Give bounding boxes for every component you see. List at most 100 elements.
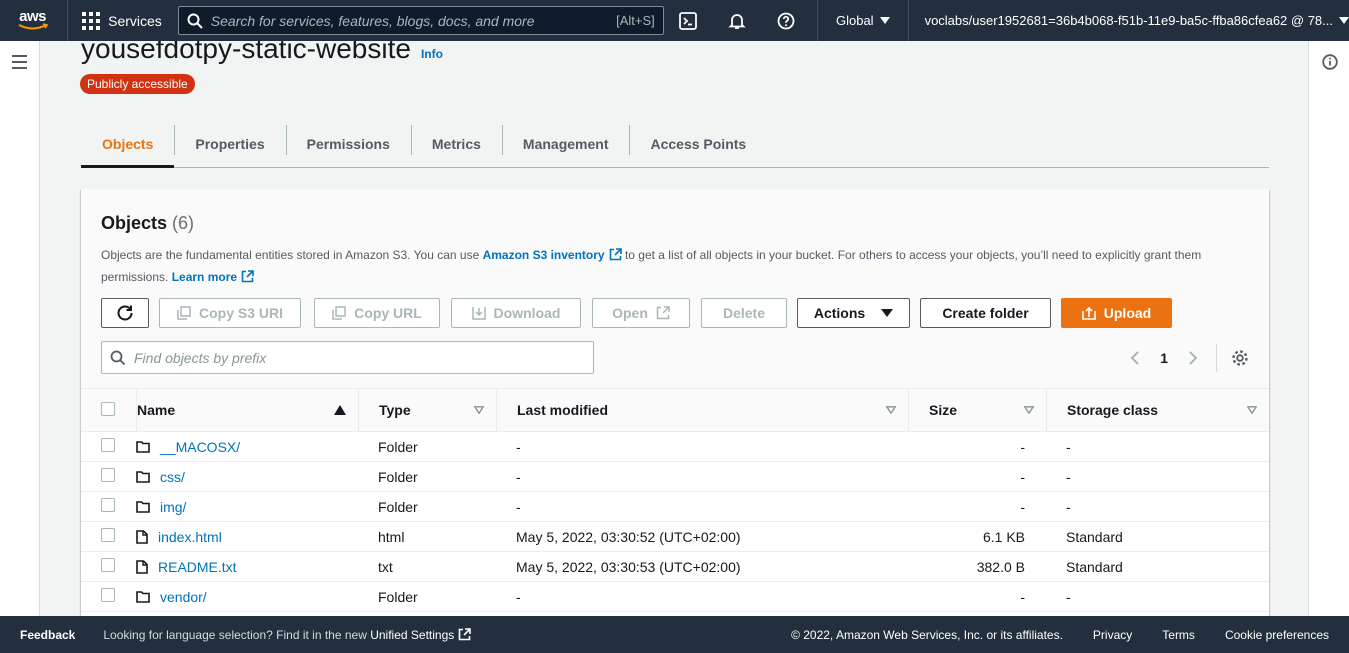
object-name-link[interactable]: css/ — [160, 469, 185, 485]
object-name-link[interactable]: __MACOSX/ — [160, 439, 240, 455]
folder-icon — [136, 500, 150, 513]
page-title: yousefdotpy-static-website — [81, 41, 411, 64]
info-panel-icon[interactable] — [1322, 54, 1338, 70]
s3-inventory-link-text: Amazon S3 inventory — [482, 248, 605, 262]
object-last-modified: - — [496, 581, 908, 612]
open-button[interactable]: Open — [592, 298, 690, 328]
info-link[interactable]: Info — [421, 47, 443, 61]
page-number[interactable]: 1 — [1160, 350, 1168, 366]
notifications-button[interactable] — [713, 0, 762, 41]
region-label: Global — [835, 13, 874, 28]
column-name-label: Name — [137, 402, 176, 418]
refresh-icon — [117, 305, 133, 321]
account-menu[interactable]: voclabs/user1952681=36b4b068-f51b-11e9-b… — [909, 13, 1349, 28]
sort-icon — [1247, 406, 1257, 414]
actions-label: Actions — [813, 305, 866, 321]
page-header: yousefdotpy-static-website Info — [81, 41, 443, 65]
upload-icon — [1081, 306, 1096, 320]
column-header-type[interactable]: Type — [358, 389, 496, 432]
object-storage-class: Standard — [1046, 521, 1269, 552]
delete-button[interactable]: Delete — [701, 298, 787, 328]
row-select-cell — [81, 551, 136, 582]
left-side-rail — [0, 41, 40, 616]
learn-more-text: Learn more — [171, 270, 238, 284]
column-header-name[interactable]: Name — [136, 389, 358, 432]
cloudshell-button[interactable] — [664, 0, 713, 41]
object-last-modified: - — [496, 461, 908, 492]
file-icon — [136, 529, 148, 544]
find-objects-input[interactable]: Find objects by prefix — [101, 341, 594, 374]
table-row[interactable]: vendor/Folder - - - — [81, 581, 1269, 612]
tab-access-points[interactable]: Access Points — [629, 120, 767, 167]
s3-inventory-link[interactable]: Amazon S3 inventory — [483, 248, 622, 262]
services-menu-button[interactable]: Services — [82, 11, 162, 30]
column-header-size[interactable]: Size — [908, 389, 1046, 432]
column-type-label: Type — [379, 402, 411, 418]
object-name-link[interactable]: vendor/ — [160, 589, 207, 605]
download-icon — [471, 307, 486, 320]
learn-more-link[interactable]: Learn more — [172, 270, 254, 284]
table-row[interactable]: img/Folder - - - — [81, 491, 1269, 522]
unified-settings-link[interactable]: Unified Settings — [370, 627, 472, 642]
tab-permissions[interactable]: Permissions — [285, 120, 411, 167]
table-row[interactable]: index.html html May 5, 2022, 03:30:52 (UTC… — [81, 521, 1269, 552]
object-name-link[interactable]: img/ — [160, 499, 186, 515]
select-all-checkbox[interactable] — [101, 401, 115, 416]
tab-metrics[interactable]: Metrics — [410, 120, 502, 167]
sort-icon — [474, 406, 484, 414]
folder-icon — [136, 470, 150, 483]
tab-properties[interactable]: Properties — [174, 120, 285, 167]
objects-count: (6) — [172, 213, 195, 233]
terms-link[interactable]: Terms — [1162, 628, 1195, 642]
tab-management[interactable]: Management — [501, 120, 630, 167]
file-icon — [136, 559, 148, 574]
pagination: 1 — [1130, 341, 1249, 374]
grid-icon — [82, 11, 101, 30]
create-folder-button[interactable]: Create folder — [920, 298, 1051, 328]
objects-panel-header: Objects (6) Objects are the fundamental … — [81, 189, 1269, 389]
object-name-link[interactable]: README.txt — [158, 559, 237, 575]
row-checkbox[interactable] — [101, 468, 115, 482]
object-name-cell: vendor/ — [136, 581, 358, 612]
row-checkbox[interactable] — [101, 438, 115, 452]
upload-button[interactable]: Upload — [1061, 298, 1172, 328]
privacy-link[interactable]: Privacy — [1093, 628, 1132, 642]
table-row[interactable]: css/Folder - - - — [81, 461, 1269, 492]
caret-down-icon — [881, 309, 894, 317]
actions-dropdown[interactable]: Actions — [797, 298, 910, 328]
objects-table: Name Type Last modified Size Storage cla… — [81, 389, 1269, 612]
chevron-left-icon[interactable] — [1130, 350, 1140, 366]
row-checkbox[interactable] — [101, 528, 115, 542]
gear-icon[interactable] — [1231, 349, 1249, 367]
column-header-storage-class[interactable]: Storage class — [1046, 389, 1269, 432]
table-row[interactable]: __MACOSX/Folder - - - — [81, 431, 1269, 462]
row-checkbox[interactable] — [101, 588, 115, 602]
search-icon — [110, 350, 126, 365]
object-storage-class: - — [1046, 491, 1269, 522]
copy-s3-uri-button[interactable]: Copy S3 URI — [159, 298, 301, 328]
chevron-right-icon[interactable] — [1188, 350, 1198, 366]
copy-url-label: Copy URL — [354, 305, 422, 321]
help-button[interactable] — [762, 0, 811, 41]
row-select-cell — [81, 491, 136, 522]
right-side-rail — [1308, 41, 1349, 616]
objects-description: Objects are the fundamental entities sto… — [101, 244, 1241, 288]
sort-icon — [886, 406, 896, 414]
region-selector[interactable]: Global — [816, 0, 909, 41]
object-name-link[interactable]: index.html — [158, 529, 222, 545]
column-header-last-modified[interactable]: Last modified — [496, 389, 908, 432]
row-checkbox[interactable] — [101, 558, 115, 572]
external-link-icon — [458, 627, 472, 640]
menu-icon[interactable] — [12, 55, 27, 73]
row-checkbox[interactable] — [101, 498, 115, 512]
cookie-preferences-link[interactable]: Cookie preferences — [1225, 628, 1329, 642]
search-input[interactable]: Search for services, features, blogs, do… — [177, 6, 664, 35]
aws-logo[interactable]: aws — [0, 0, 55, 41]
copy-url-button[interactable]: Copy URL — [314, 298, 440, 328]
tab-objects[interactable]: Objects — [81, 120, 175, 168]
external-link-icon — [241, 270, 254, 283]
download-button[interactable]: Download — [451, 298, 581, 328]
feedback-link[interactable]: Feedback — [20, 628, 75, 642]
refresh-button[interactable] — [101, 298, 149, 328]
table-row[interactable]: README.txt txt May 5, 2022, 03:30:53 (UTC+… — [81, 551, 1269, 582]
